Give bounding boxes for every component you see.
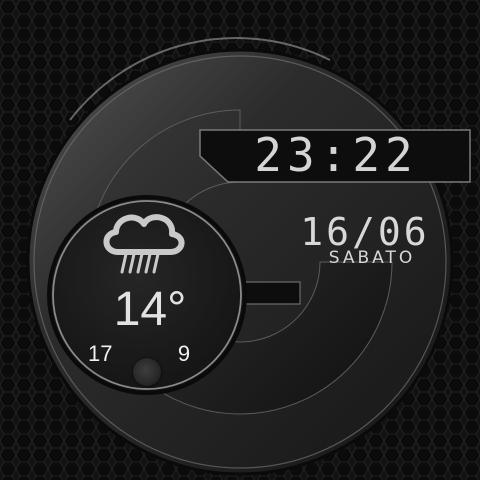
temperature-low: 9 (177, 341, 191, 366)
temperature-high: 17 (88, 341, 113, 366)
watch-face: 23:22 16/06 SABATO 14° 17 9 (0, 0, 480, 480)
rain-cloud-icon (103, 214, 185, 274)
center-dot-button[interactable] (133, 358, 161, 386)
temperature-current: 14° (113, 283, 187, 336)
clock-time: 23:22 (254, 128, 418, 182)
weekday-label: SABATO (328, 248, 416, 268)
